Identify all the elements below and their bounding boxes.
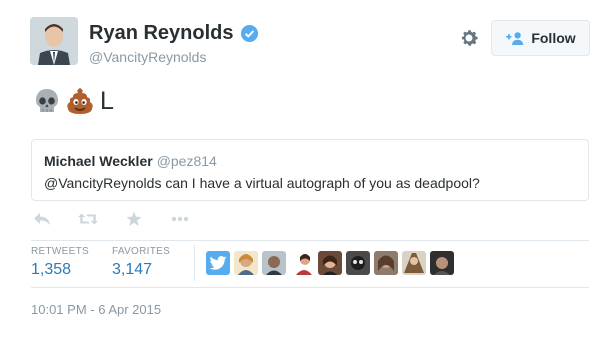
favorite-icon[interactable] <box>124 210 144 228</box>
author-handle[interactable]: @VancityReynolds <box>89 49 206 65</box>
retweet-icon[interactable] <box>78 210 98 228</box>
divider <box>31 240 589 241</box>
quoted-text: @VancityReynolds can I have a virtual au… <box>44 175 480 191</box>
avatar[interactable] <box>262 251 286 275</box>
author-avatar[interactable] <box>30 17 78 65</box>
follow-label: Follow <box>531 30 576 46</box>
follow-button[interactable]: Follow <box>491 20 590 56</box>
avatar[interactable] <box>430 251 454 275</box>
avatar[interactable] <box>206 251 230 275</box>
more-icon[interactable] <box>170 210 190 228</box>
author-name[interactable]: Ryan Reynolds <box>89 22 233 45</box>
avatar[interactable] <box>346 251 370 275</box>
favorites-count: 3,147 <box>112 261 153 278</box>
retweets-label: RETWEETS <box>31 246 89 257</box>
quoted-tweet[interactable]: Michael Weckler @pez814 @VancityReynolds … <box>31 139 589 201</box>
stat-divider <box>194 245 195 281</box>
quoted-header: Michael Weckler @pez814 <box>44 153 217 169</box>
avatar[interactable] <box>318 251 342 275</box>
gear-icon[interactable] <box>458 27 480 49</box>
divider <box>31 287 589 288</box>
add-user-icon <box>506 32 524 45</box>
retweets-stat[interactable]: RETWEETS 1,358 <box>31 246 89 279</box>
avatar[interactable] <box>290 251 314 275</box>
verified-badge-icon <box>241 24 259 43</box>
favorites-label: FAVORITES <box>112 246 171 257</box>
tweet-letter: L <box>100 86 114 115</box>
avatar[interactable] <box>234 251 258 275</box>
tweet-text: L <box>32 84 114 118</box>
quoted-author-name[interactable]: Michael Weckler <box>44 153 153 169</box>
avatar[interactable] <box>374 251 398 275</box>
tweet-timestamp[interactable]: 10:01 PM - 6 Apr 2015 <box>31 302 161 317</box>
author-name-row: Ryan Reynolds <box>89 22 259 45</box>
avatar[interactable] <box>402 251 426 275</box>
skull-emoji-icon <box>36 89 58 112</box>
favorited-by-avatars <box>206 251 458 275</box>
retweets-count: 1,358 <box>31 261 72 278</box>
reply-icon[interactable] <box>32 210 52 228</box>
tweet-actions <box>32 209 216 229</box>
pile-of-poo-emoji-icon <box>67 88 93 114</box>
quoted-author-handle[interactable]: @pez814 <box>157 153 217 169</box>
favorites-stat[interactable]: FAVORITES 3,147 <box>112 246 170 279</box>
